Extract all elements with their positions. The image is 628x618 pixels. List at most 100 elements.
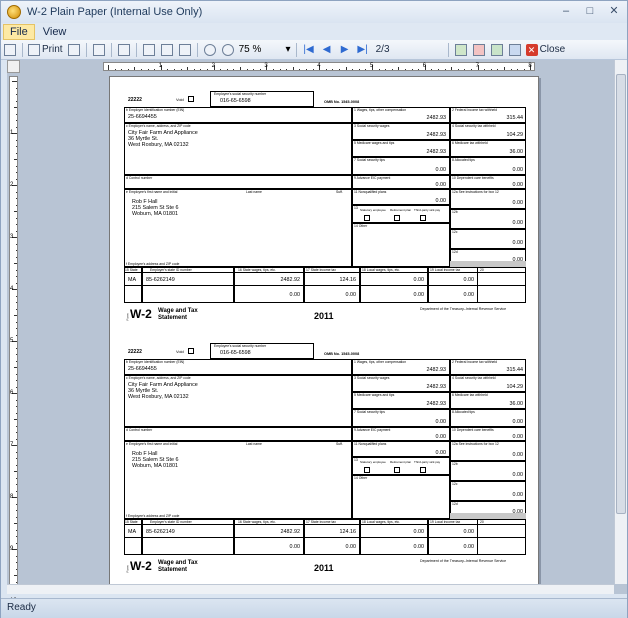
ruler-tick: [15, 347, 17, 349]
export-button[interactable]: [454, 42, 468, 58]
local-tax-value: 0.00: [463, 277, 475, 283]
statutory-employee-checkbox[interactable]: [364, 215, 370, 221]
ruler-tick: [220, 68, 222, 70]
vertical-scroll-thumb[interactable]: [616, 74, 626, 514]
zoom-out-button[interactable]: [203, 42, 217, 58]
ruler-number: 2: [211, 63, 215, 69]
box5-value: 2482.93: [426, 401, 447, 407]
box14-label: 14 Other: [354, 224, 368, 228]
last-page-button[interactable]: ▶|: [356, 42, 370, 58]
ruler-tick: [15, 438, 17, 440]
ruler-tick: [504, 67, 505, 70]
box1-label: 1 Wages, tips, other compensation: [354, 360, 407, 364]
ruler-tick: [14, 575, 17, 576]
local-wages-value: 0.00: [413, 529, 425, 535]
binoculars-icon: [117, 43, 130, 56]
ruler-number: 6: [10, 390, 14, 396]
ruler-tick: [15, 406, 17, 407]
close-preview-button[interactable]: ✕ Close: [525, 42, 565, 58]
department-label: Department of the Treasury–Internal Reve…: [420, 307, 507, 311]
menu-file[interactable]: File: [3, 23, 35, 40]
vertical-scrollbar[interactable]: [614, 60, 627, 584]
ruler-tick: [14, 419, 17, 420]
ruler-number: 8: [528, 63, 532, 69]
void-checkbox[interactable]: [188, 96, 194, 102]
state-id-label: Employer's state ID number: [150, 268, 192, 272]
third-party-sick-pay-checkbox[interactable]: [420, 215, 426, 221]
print-button[interactable]: Print: [28, 42, 63, 58]
print-label: Print: [42, 44, 63, 55]
box5-label: 5 Medicare wages and tips: [354, 141, 395, 145]
ruler-tick: [279, 68, 281, 70]
next-page-button[interactable]: ▶: [338, 42, 352, 58]
excel-button[interactable]: [490, 42, 504, 58]
close-window-button[interactable]: ✕: [607, 4, 621, 18]
find-button[interactable]: [117, 42, 131, 58]
ruler-tick: [15, 503, 17, 505]
form-label: Form: [125, 565, 130, 573]
ruler-number: 7: [475, 63, 479, 69]
box12a-label: 12a See instructions for box 12: [452, 442, 499, 446]
employee-name-label: e Employee's first name and initial: [126, 442, 178, 446]
statutory-employee-checkbox[interactable]: [364, 467, 370, 473]
box7-value: 0.00: [435, 167, 447, 173]
ruler-tick: [226, 68, 228, 70]
ruler-tick: [286, 68, 288, 70]
pdf-button[interactable]: [472, 42, 486, 58]
w2-title: W-2: [130, 307, 152, 321]
ruler-tick: [15, 94, 17, 95]
zoom-select[interactable]: 75 % ▾: [237, 42, 293, 57]
restore-button[interactable]: □: [583, 4, 597, 18]
ruler-tick: [378, 68, 380, 70]
omb-number: OMB No. 1545-0008: [324, 352, 360, 356]
horizontal-scrollbar[interactable]: [7, 584, 614, 594]
ein-label: b Employer identification number (EIN): [126, 360, 185, 364]
ruler-tick: [15, 302, 17, 303]
ruler-tick: [325, 68, 327, 70]
box20-label: 20: [480, 268, 484, 272]
quick-print-button[interactable]: [67, 42, 81, 58]
ruler-tick: [15, 308, 17, 310]
w2-title: W-2: [130, 559, 152, 573]
menu-view[interactable]: View: [37, 25, 73, 39]
printer-icon: [28, 43, 40, 56]
retirement-plan-checkbox[interactable]: [394, 215, 400, 221]
retirement-plan-label: Retirement plan: [390, 460, 412, 464]
box9-label: 9 Advance EIC payment: [354, 428, 391, 432]
multi-page-button[interactable]: [160, 42, 174, 58]
send-button[interactable]: [508, 42, 522, 58]
status-bar: Ready: [1, 598, 627, 618]
ruler-tick: [398, 67, 400, 70]
third-party-sick-pay-label: Third-party sick pay: [414, 460, 441, 464]
ruler-tick: [15, 250, 17, 251]
box13-label: 13: [354, 206, 358, 210]
ruler-number: 1: [158, 63, 163, 69]
ruler-number: 4: [10, 286, 14, 292]
retirement-plan-checkbox[interactable]: [394, 467, 400, 473]
third-party-sick-pay-checkbox[interactable]: [420, 467, 426, 473]
copy-button[interactable]: [92, 42, 106, 58]
ruler-tick: [193, 68, 195, 70]
employee-line-3: Woburn, MA 01801: [132, 463, 179, 469]
minimize-button[interactable]: –: [559, 4, 573, 18]
single-page-button[interactable]: [142, 42, 156, 58]
form-label: Form: [125, 313, 130, 321]
document-map-button[interactable]: [3, 42, 17, 58]
statutory-employee-label: Statutory employee: [360, 208, 386, 212]
zoom-value: 75 %: [238, 44, 262, 55]
ruler-tick: [15, 204, 17, 206]
void-checkbox[interactable]: [188, 348, 194, 354]
void-label: Void: [176, 349, 184, 354]
box18-label: 18 Local wages, tips, etc.: [362, 520, 401, 524]
first-page-button[interactable]: |◀: [302, 42, 316, 58]
box8-value: 0.00: [512, 167, 524, 173]
ruler-tick: [15, 581, 17, 583]
box10-value: 0.00: [512, 182, 524, 188]
preview-area[interactable]: 12345678 12345678910 22222 Void Employee…: [7, 60, 627, 604]
zoom-in-button[interactable]: [221, 42, 235, 58]
ruler-tick: [15, 269, 17, 271]
continuous-button[interactable]: [178, 42, 192, 58]
ruler-tick: [15, 464, 17, 466]
employee-address-label: f Employee's address and ZIP code: [126, 262, 180, 266]
previous-page-button[interactable]: ◀: [320, 42, 334, 58]
